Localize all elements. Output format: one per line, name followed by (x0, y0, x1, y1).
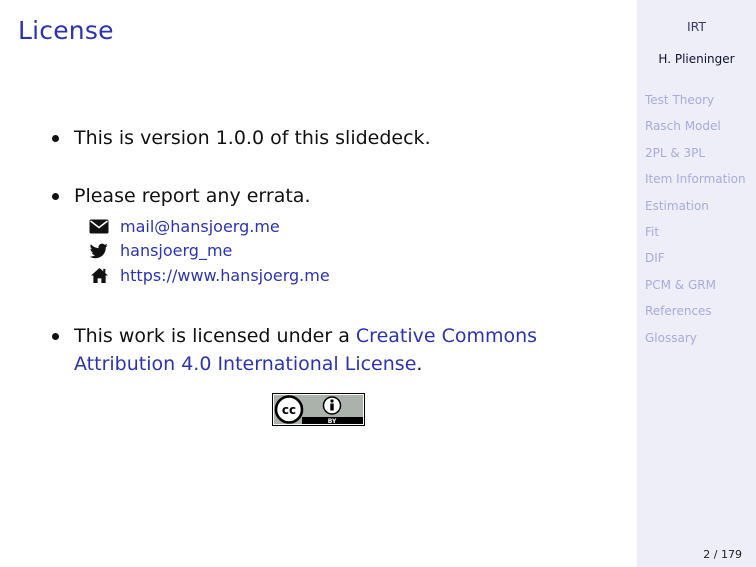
errata-text: Please report any errata. (74, 185, 311, 207)
contact-website[interactable]: https://www.hansjoerg.me (88, 263, 330, 288)
website-link[interactable]: https://www.hansjoerg.me (120, 266, 330, 285)
bullet-license: This work is licensed under a Creative C… (52, 322, 537, 378)
contact-email[interactable]: mail@hansjoerg.me (88, 214, 330, 239)
email-link[interactable]: mail@hansjoerg.me (120, 217, 280, 236)
by-label: BY (328, 418, 337, 425)
cc-logo-text: cc (282, 403, 296, 417)
sidebar-item-pcm-grm[interactable]: PCM & GRM (645, 277, 746, 303)
page-number: 2 / 179 (703, 548, 742, 561)
frame-title: License (18, 16, 114, 45)
license-suffix: . (416, 353, 423, 375)
sidebar-item-dif[interactable]: DIF (645, 250, 746, 276)
sidebar-nav: Test Theory Rasch Model 2PL & 3PL Item I… (645, 92, 746, 356)
contact-twitter[interactable]: hansjoerg_me (88, 239, 330, 264)
bullet-dot (52, 333, 59, 340)
sidebar-item-estimation[interactable]: Estimation (645, 198, 746, 224)
license-link[interactable]: Creative Commons (356, 325, 537, 347)
bullet-version: This is version 1.0.0 of this slidedeck. (52, 124, 431, 152)
sidebar-item-glossary[interactable]: Glossary (645, 330, 746, 356)
license-link-cont[interactable]: Attribution 4.0 International License (74, 353, 416, 375)
license-text: This work is licensed under a Creative C… (74, 322, 537, 378)
home-icon (88, 266, 110, 284)
cc-by-badge[interactable]: cc BY (272, 393, 365, 430)
sidebar-item-item-information[interactable]: Item Information (645, 171, 746, 197)
sidebar-author[interactable]: H. Plieninger (637, 52, 756, 66)
twitter-handle[interactable]: hansjoerg_me (120, 241, 232, 260)
version-text: This is version 1.0.0 of this slidedeck. (74, 127, 431, 149)
sidebar-item-2pl-3pl[interactable]: 2PL & 3PL (645, 145, 746, 171)
contact-list: mail@hansjoerg.me hansjoerg_me https://w… (88, 214, 330, 288)
sidebar-item-references[interactable]: References (645, 303, 746, 329)
bullet-dot (52, 135, 59, 142)
bullet-errata: Please report any errata. (52, 182, 311, 210)
sidebar-item-rasch-model[interactable]: Rasch Model (645, 118, 746, 144)
twitter-icon (88, 242, 110, 260)
license-prefix: This work is licensed under a (74, 325, 356, 347)
envelope-icon (88, 217, 110, 235)
sidebar-item-fit[interactable]: Fit (645, 224, 746, 250)
sidebar-title[interactable]: IRT (637, 19, 756, 34)
bullet-dot (52, 193, 59, 200)
sidebar-item-test-theory[interactable]: Test Theory (645, 92, 746, 118)
sidebar: IRT H. Plieninger Test Theory Rasch Mode… (637, 0, 756, 567)
